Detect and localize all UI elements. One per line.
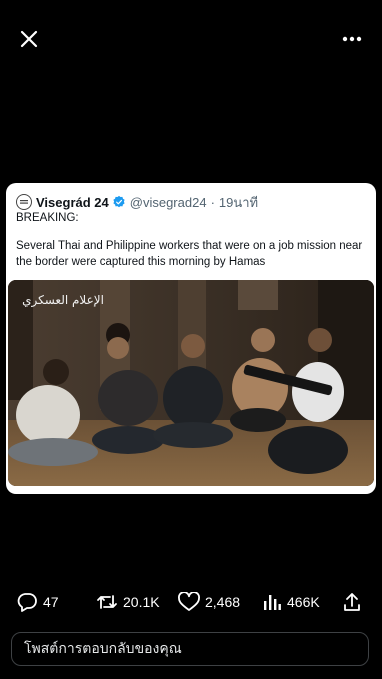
heart-icon (178, 592, 200, 611)
views-button[interactable]: 466K (262, 592, 320, 612)
quoted-post-text: BREAKING: Several Thai and Philippine wo… (16, 210, 368, 270)
post-media-image[interactable]: الإعلام العسكري (8, 280, 374, 486)
post-text-line-2: Several Thai and Philippine workers that… (16, 240, 363, 268)
reply-input[interactable]: โพสต์การตอบกลับของคุณ (11, 632, 369, 666)
top-bar (0, 0, 382, 78)
author-handle[interactable]: @visegrad24 (130, 195, 207, 210)
quoted-post-card[interactable]: Visegrád 24 @visegrad24 · 19นาที BREAKIN… (6, 183, 376, 494)
like-count: 2,468 (205, 594, 241, 610)
reply-button[interactable]: 47 (16, 592, 59, 612)
avatar-logo-icon (20, 200, 28, 204)
view-count: 466K (287, 594, 320, 610)
close-button[interactable] (17, 27, 41, 51)
repost-button[interactable]: 20.1K (96, 592, 160, 612)
reply-count: 47 (43, 594, 59, 610)
close-icon (20, 30, 38, 48)
reply-icon (17, 593, 37, 612)
post-text-line-1: BREAKING: (16, 212, 79, 224)
share-icon (344, 593, 360, 611)
views-bar-chart-icon (264, 595, 281, 610)
media-photo: الإعلام العسكري (8, 280, 374, 486)
author-name[interactable]: Visegrád 24 (36, 195, 109, 210)
media-watermark: الإعلام العسكري (22, 293, 104, 308)
repost-count: 20.1K (123, 594, 160, 610)
reply-placeholder: โพสต์การตอบกลับของคุณ (24, 640, 182, 656)
more-options-button[interactable] (338, 27, 366, 51)
avatar[interactable] (16, 194, 32, 210)
separator: · (210, 194, 215, 210)
post-actions-bar: 47 20.1K 2,468 466K (0, 592, 382, 614)
verified-badge-icon (113, 195, 125, 208)
like-button[interactable]: 2,468 (178, 592, 240, 612)
repost-icon (97, 595, 117, 609)
share-button[interactable] (342, 592, 367, 612)
more-icon (342, 36, 362, 42)
quoted-post-header: Visegrád 24 @visegrad24 · 19นาที (16, 192, 258, 212)
